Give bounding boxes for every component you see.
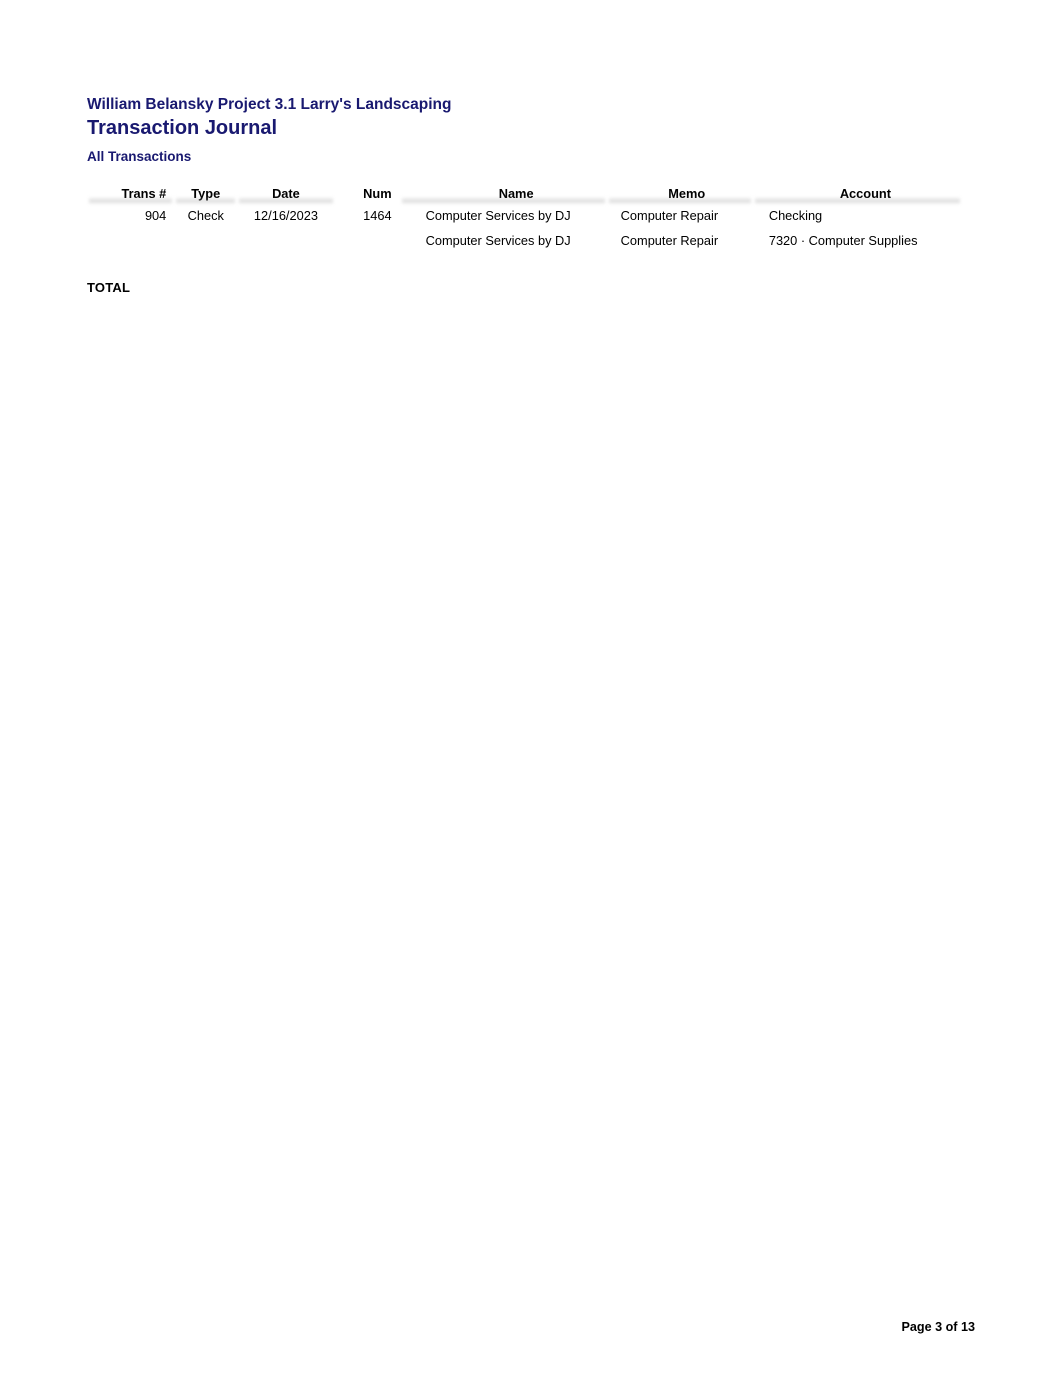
cell-type: Check — [187, 208, 224, 223]
cell-account: 7320 · Computer Supplies — [768, 233, 918, 248]
column-header-num: Num — [363, 186, 392, 201]
column-header-date: Date — [237, 182, 334, 204]
cell-name: Computer Services by DJ — [425, 233, 571, 248]
cell-name: Computer Services by DJ — [425, 208, 571, 223]
report-header: William Belansky Project 3.1 Larry's Lan… — [87, 95, 452, 166]
report-page: William Belansky Project 3.1 Larry's Lan… — [0, 0, 1062, 1377]
column-header-type: Type — [174, 182, 237, 204]
table-body: 904 Check 12/16/2023 1464 Computer Servi… — [87, 204, 962, 254]
column-header-memo: Memo — [607, 182, 753, 204]
cell-trans-no: 904 — [144, 208, 167, 223]
total-label: TOTAL — [87, 280, 131, 295]
cell-memo: Computer Repair — [620, 208, 719, 223]
transaction-journal-table: Trans # Type Date Num Name Memo Account … — [87, 182, 962, 254]
report-title: Transaction Journal — [87, 117, 278, 139]
column-header-trans-no: Trans # — [87, 182, 174, 204]
table-row: Computer Services by DJ Computer Repair … — [87, 229, 962, 254]
cell-memo: Computer Repair — [620, 233, 719, 248]
column-header-name: Name — [400, 182, 607, 204]
table-header-row: Trans # Type Date Num Name Memo Account — [87, 182, 962, 204]
table-row: 904 Check 12/16/2023 1464 Computer Servi… — [87, 204, 962, 229]
cell-type — [174, 229, 237, 254]
cell-trans-no — [87, 229, 174, 254]
cell-account: Checking — [768, 208, 823, 223]
cell-num: 1464 — [363, 208, 392, 223]
cell-date — [237, 229, 334, 254]
cell-date: 12/16/2023 — [253, 208, 318, 223]
report-subtitle: All Transactions — [87, 149, 192, 164]
report-company-line: William Belansky Project 3.1 Larry's Lan… — [87, 96, 452, 113]
table-header: Trans # Type Date Num Name Memo Account — [87, 182, 962, 204]
column-header-account: Account — [753, 182, 962, 204]
cell-num — [335, 229, 400, 254]
page-footer: Page 3 of 13 — [901, 1320, 976, 1334]
